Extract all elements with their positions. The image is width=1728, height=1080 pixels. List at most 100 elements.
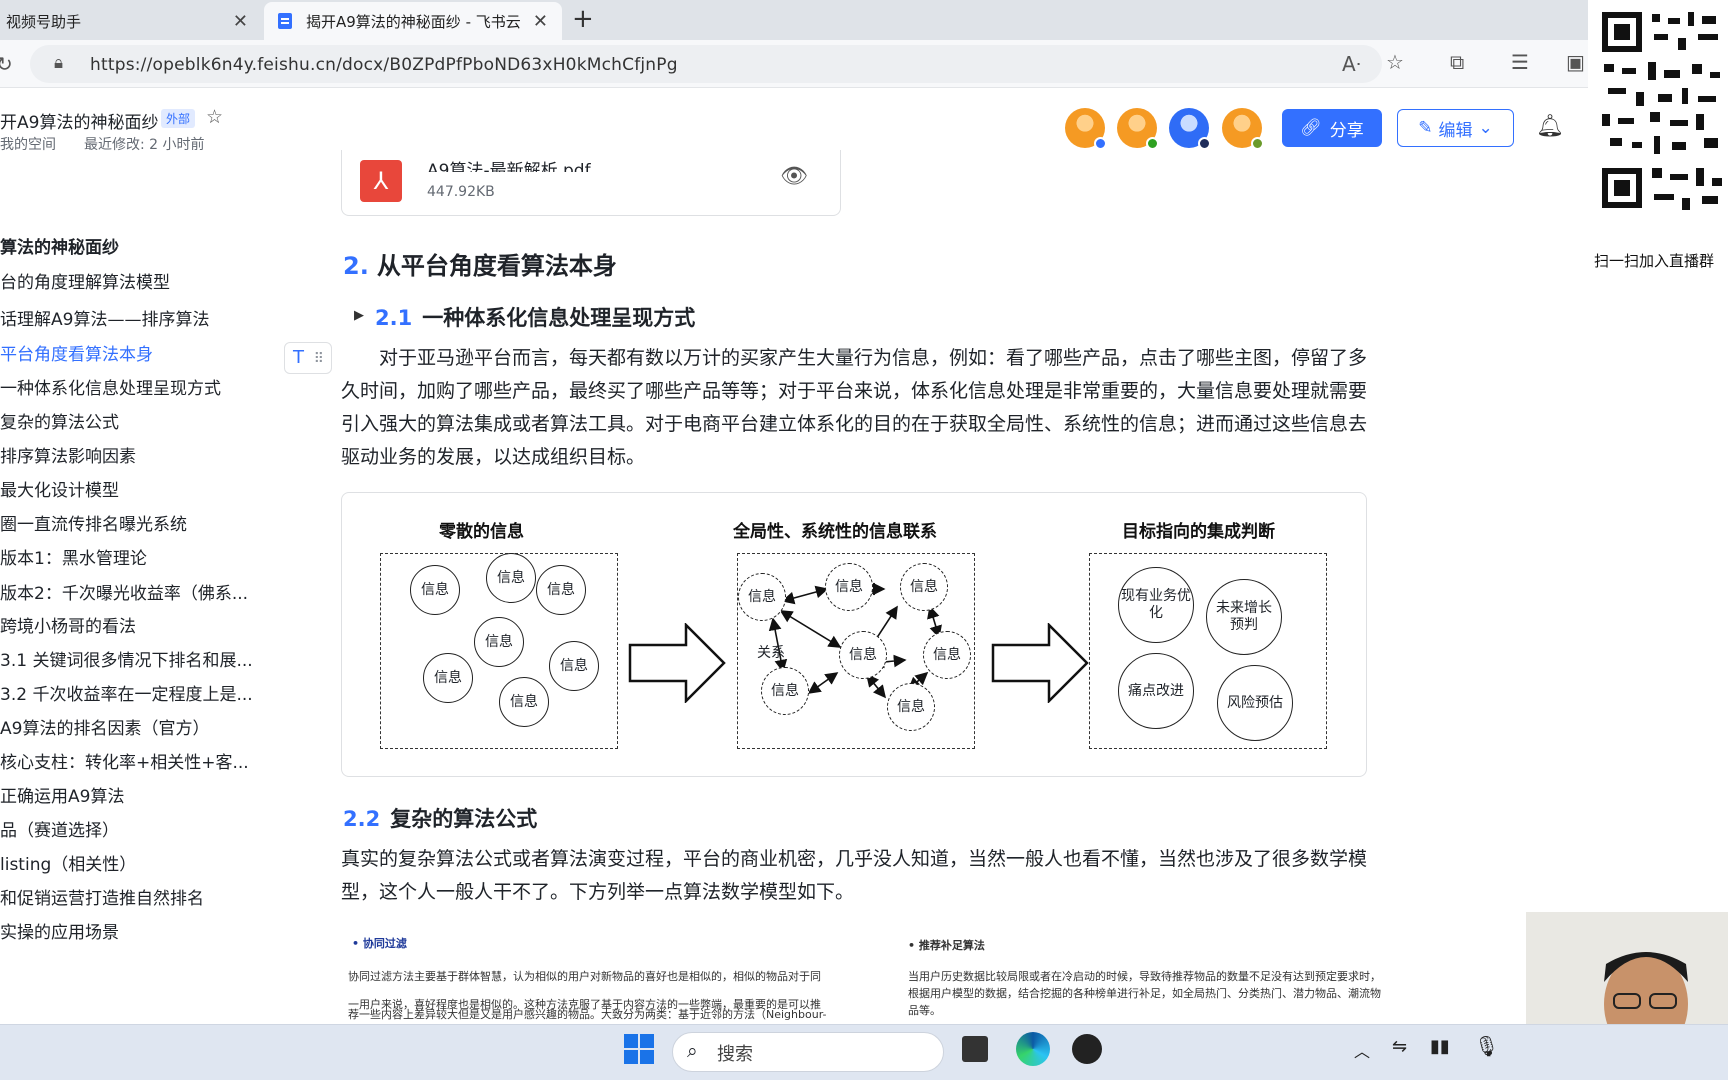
toc-item[interactable]: 实操的应用场景: [0, 918, 119, 943]
lock-icon: 🔒︎: [54, 53, 64, 73]
toc-item[interactable]: 正确运用A9算法: [0, 782, 124, 807]
qr-code-panel: [1588, 0, 1728, 275]
close-icon[interactable]: ✕: [233, 11, 248, 32]
toc-item[interactable]: 话理解A9算法——排序算法: [0, 305, 209, 330]
browser-tab-bar: 视频号助手 ✕ 揭开A9算法的神秘面纱 - 飞书云 ✕ +: [0, 0, 1728, 40]
attachment-card[interactable]: [341, 150, 841, 216]
toc-item[interactable]: 复杂的算法公式: [0, 408, 119, 433]
info-node: 信息: [549, 641, 599, 691]
diagram-title-scattered: 零散的信息: [439, 522, 524, 542]
fill-algo-text-line: 品等。: [908, 1004, 941, 1017]
toc-item[interactable]: 最大化设计模型: [0, 476, 119, 501]
drag-handle-icon[interactable]: ⠿: [314, 351, 324, 367]
toc-item[interactable]: 核心支柱：转化率+相关性+客...: [0, 748, 249, 773]
tab-feishu-doc[interactable]: 揭开A9算法的神秘面纱 - 飞书云 ✕: [264, 2, 562, 40]
cf-text-line: 协同过滤方法主要基于群体智慧，认为相似的用户对新物品的喜好也是相似的，相似的物品…: [348, 970, 821, 983]
avatar[interactable]: [1065, 108, 1107, 150]
favorites-icon[interactable]: ☰: [1511, 50, 1529, 74]
toc-item[interactable]: 算法的神秘面纱: [0, 233, 119, 258]
info-node: 信息: [825, 563, 873, 611]
bell-icon[interactable]: 🔔︎: [1536, 114, 1564, 139]
attachment-name[interactable]: A9算法-最新解析.pdf: [427, 156, 591, 172]
external-badge: 外部: [161, 109, 196, 128]
taskbar-search[interactable]: ⌕: [672, 1032, 944, 1072]
url-text: https://opeblk6n4y.feishu.cn/docx/B0ZPdP…: [90, 55, 678, 75]
new-tab-icon[interactable]: +: [572, 4, 594, 34]
info-node: 信息: [536, 565, 586, 615]
qr-code-icon: [1598, 8, 1728, 216]
toc-item[interactable]: 和促销运营打造推自然排名: [0, 884, 204, 909]
last-modified: 最近修改: 2 小时前: [84, 137, 205, 153]
info-node: 信息: [923, 631, 971, 679]
share-button[interactable]: 🔗︎ 分享: [1282, 109, 1382, 147]
media-icon[interactable]: ▮▮: [1430, 1036, 1450, 1057]
share-label: 分享: [1329, 120, 1364, 141]
section-heading-2: 2. 从平台角度看算法本身: [343, 252, 617, 280]
avatar[interactable]: [1222, 108, 1264, 150]
fill-algo-heading: • 推荐补足算法: [908, 939, 985, 952]
tab-video-assistant[interactable]: 视频号助手 ✕: [0, 2, 262, 40]
refresh-icon[interactable]: ↻: [0, 52, 13, 76]
chevron-down-icon: ⌄: [1478, 118, 1493, 138]
cf-heading: • 协同过滤: [352, 937, 407, 950]
goal-node: 风险预估: [1217, 665, 1293, 741]
toc-item[interactable]: A9算法的排名因素（官方）: [0, 714, 209, 739]
favorite-add-icon[interactable]: ☆: [1386, 50, 1404, 74]
avatar[interactable]: [1117, 108, 1159, 150]
info-system-diagram: 零散的信息 全局性、系统性的信息联系 目标指向的集成判断 信息 信息 信息 信息…: [341, 492, 1367, 777]
collections-icon[interactable]: ▣: [1566, 50, 1585, 74]
star-icon[interactable]: ☆: [206, 106, 223, 128]
toc-item[interactable]: 台的角度理解算法模型: [0, 268, 170, 293]
microphone-icon[interactable]: 🎙︎: [1474, 1034, 1499, 1058]
extensions-icon[interactable]: ⧉: [1450, 50, 1464, 74]
toc-item[interactable]: 品（赛道选择）: [0, 816, 119, 841]
search-icon: ⌕: [687, 1040, 698, 1062]
space-breadcrumb[interactable]: 我的空间: [0, 134, 56, 154]
toc-item[interactable]: 跨境小杨哥的看法: [0, 612, 136, 637]
text-style-icon: T: [293, 347, 304, 368]
settings-sliders-icon[interactable]: ⇋: [1392, 1036, 1407, 1057]
preview-eye-icon[interactable]: 👁︎: [780, 164, 808, 189]
info-node: 信息: [423, 653, 473, 703]
edit-button[interactable]: ✎ 编辑 ⌄: [1397, 109, 1514, 147]
toc-item-active[interactable]: 平台角度看算法本身: [0, 340, 153, 365]
toc-item[interactable]: listing（相关性）: [0, 850, 136, 875]
taskbar-search-placeholder: 搜索: [717, 1044, 753, 1065]
read-aloud-icon[interactable]: Aᐧ: [1342, 52, 1361, 76]
goal-node: 痛点改进: [1118, 653, 1194, 729]
right-arrow-icon: [991, 623, 1089, 703]
toc-item[interactable]: 3.2 千次收益率在一定程度上是...: [0, 680, 253, 705]
close-icon[interactable]: ✕: [533, 11, 548, 32]
edge-browser-icon[interactable]: [1016, 1032, 1050, 1066]
avatar[interactable]: [1169, 108, 1211, 150]
task-view-icon[interactable]: [962, 1036, 988, 1062]
windows-start-icon[interactable]: [624, 1034, 654, 1064]
tab-label: 揭开A9算法的神秘面纱 - 飞书云: [306, 12, 521, 31]
toc-item[interactable]: 排序算法影响因素: [0, 442, 136, 467]
doc-title: 开A9算法的神秘面纱: [0, 113, 159, 133]
goal-node: 现有业务优化: [1118, 567, 1194, 643]
info-node: 信息: [474, 617, 524, 667]
chevron-up-icon[interactable]: ︿: [1354, 1038, 1370, 1062]
link-icon: 🔗︎: [1300, 118, 1322, 138]
tab-label: 视频号助手: [6, 12, 82, 31]
paragraph-algorithm: 真实的复杂算法公式或者算法演变过程，平台的商业机密，几乎没人知道，当然一般人也看…: [341, 848, 1368, 903]
pdf-file-icon: ⅄: [360, 160, 402, 202]
collapse-caret-icon[interactable]: ▶: [354, 308, 364, 323]
doc-favicon-icon: [278, 13, 292, 29]
toc-item[interactable]: 版本2：千次曝光收益率（佛系...: [0, 579, 248, 604]
text-format-handle[interactable]: T ⠿: [284, 342, 332, 374]
info-node: 信息: [761, 667, 809, 715]
toc-item[interactable]: 3.1 关键词很多情况下排名和展...: [0, 646, 253, 671]
relation-label: 关系: [757, 645, 785, 661]
app-icon[interactable]: [1072, 1034, 1102, 1064]
toc-item[interactable]: 圈一直流传排名曝光系统: [0, 510, 187, 535]
info-node: 信息: [486, 553, 536, 603]
fill-algo-text-line: 根据用户模型的数据，结合挖掘的各种榜单进行补足，如全局热门、分类热门、潜力物品、…: [908, 987, 1381, 1000]
diagram-title-system: 全局性、系统性的信息联系: [733, 522, 937, 542]
table-of-contents: 算法的神秘面纱 台的角度理解算法模型 话理解A9算法——排序算法 平台角度看算法…: [0, 156, 262, 1024]
toc-item[interactable]: 版本1：黑水管理论: [0, 544, 147, 569]
toc-item[interactable]: 一种体系化信息处理呈现方式: [0, 374, 221, 399]
goal-node: 未来增长预判: [1206, 579, 1282, 655]
cf-text-line: 荐一些内容上差异较大但是又是用户感兴趣的物品。大致分为两类：基于近邻的方法（Ne…: [348, 1008, 827, 1020]
